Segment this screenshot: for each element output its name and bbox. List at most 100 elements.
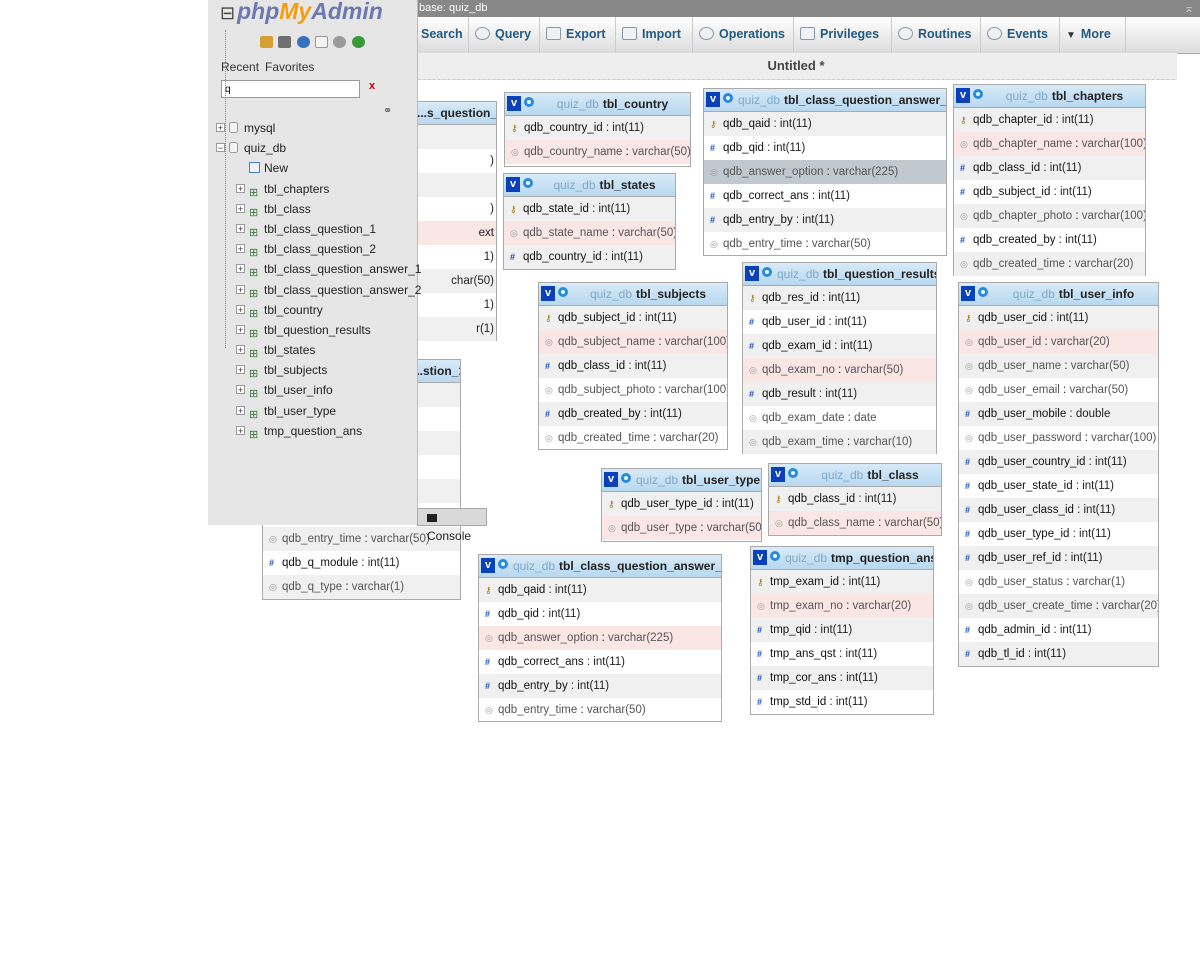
tree-table-item[interactable]: + ⊞ tbl_class_question_2 [214, 239, 417, 259]
toggle-columns-icon[interactable]: v [506, 177, 520, 192]
table-header[interactable]: v quiz_db tmp_question_ans [751, 547, 933, 570]
gear-icon[interactable] [723, 93, 733, 103]
expand-icon[interactable]: + [236, 425, 245, 435]
toggle-columns-icon[interactable]: v [481, 558, 495, 573]
table-column-row[interactable]: ⚷ qdb_state_id : int(11) [504, 197, 675, 221]
table-column-row[interactable]: # qdb_created_by : int(11) [954, 228, 1145, 252]
table-column-row[interactable]: # qdb_user_country_id : int(11) [959, 450, 1158, 474]
tree-table-item[interactable]: + ⊞ tbl_subjects [214, 360, 417, 380]
table-column-row[interactable]: # qdb_qid : int(11) [704, 136, 946, 160]
toggle-columns-icon[interactable]: v [541, 286, 555, 301]
table-column-row[interactable]: ⚷ qdb_chapter_id : int(11) [954, 108, 1145, 132]
table-column-row[interactable]: ◎ qdb_q_type : varchar(1) [263, 575, 460, 599]
table-column-row[interactable]: ◎ qdb_user_type : varchar(50) [602, 516, 761, 540]
tree-table-item[interactable]: + ⊞ tmp_question_ans [214, 421, 417, 441]
table-header[interactable]: v quiz_db tbl_class [769, 464, 941, 487]
collapse-nav-icon[interactable]: ⊟ [220, 3, 235, 23]
toggle-columns-icon[interactable]: v [507, 96, 521, 111]
table-column-row[interactable]: ◎ qdb_answer_option : varchar(225) [704, 160, 946, 184]
gear-icon[interactable] [770, 551, 780, 561]
table-column-row[interactable]: ◎ qdb_country_name : varchar(50) [505, 140, 690, 164]
table-column-row[interactable]: ◎ qdb_exam_date : date [743, 406, 936, 430]
expand-icon[interactable]: + [236, 183, 245, 193]
expand-icon[interactable]: + [236, 223, 245, 233]
db-icon[interactable] [278, 35, 292, 48]
table-column-row[interactable]: ◎ qdb_user_name : varchar(50) [959, 354, 1158, 378]
table-column-row[interactable]: # qdb_q_module : int(11) [263, 551, 460, 575]
gear-icon[interactable] [558, 287, 568, 297]
console-button[interactable]: Console [417, 508, 487, 543]
breadcrumb[interactable]: base: quiz_db [419, 0, 488, 17]
collapse-icon[interactable]: ⌅ [1184, 0, 1194, 17]
table-column-row[interactable]: ◎ qdb_user_create_time : varchar(20) [959, 594, 1158, 618]
table-header[interactable]: v quiz_db tbl_user_info [959, 283, 1158, 306]
table-column-row[interactable]: ◎ qdb_created_time : varchar(20) [954, 252, 1145, 276]
table-column-row[interactable]: ⚷ qdb_subject_id : int(11) [539, 306, 727, 330]
expand-icon[interactable]: + [236, 264, 245, 274]
table-header[interactable]: v quiz_db tbl_states [504, 174, 675, 197]
table-card-tbl-user-info[interactable]: v quiz_db tbl_user_info ⚷ qdb_user_cid : in… [958, 282, 1159, 667]
expand-icon[interactable]: + [236, 405, 245, 415]
tree-database-item[interactable]: − quiz_db [214, 138, 417, 158]
toggle-columns-icon[interactable]: v [753, 550, 767, 565]
table-column-row[interactable]: ◎ qdb_chapter_photo : varchar(100) [954, 204, 1145, 228]
table-column-row[interactable]: # qdb_class_id : int(11) [539, 354, 727, 378]
table-column-row[interactable]: # tmp_std_id : int(11) [751, 690, 933, 714]
table-column-row[interactable]: ⚷ qdb_country_id : int(11) [505, 116, 690, 140]
tab-routines[interactable]: Routines [892, 17, 981, 52]
table-column-row[interactable]: ◎ qdb_class_name : varchar(50) [769, 511, 941, 535]
tree-database-item[interactable]: + mysql [214, 118, 417, 138]
tab-export[interactable]: Export [540, 17, 616, 52]
gear-icon[interactable] [978, 287, 988, 297]
table-card-tbl-class-question-answer-1[interactable]: v quiz_db tbl_class_question_answer_1 ⚷ qdb… [703, 88, 947, 256]
tree-table-item[interactable]: + ⊞ tbl_states [214, 340, 417, 360]
tab-more[interactable]: ▼ More [1060, 17, 1126, 52]
table-column-row[interactable]: # qdb_user_mobile : double [959, 402, 1158, 426]
table-column-row[interactable]: # qdb_created_by : int(11) [539, 402, 727, 426]
expand-icon[interactable]: + [236, 345, 245, 355]
gear-icon[interactable] [524, 97, 534, 107]
table-column-row[interactable]: # qdb_user_ref_id : int(11) [959, 546, 1158, 570]
table-column-row[interactable]: ⚷ qdb_qaid : int(11) [479, 578, 721, 602]
tree-table-item[interactable]: + ⊞ tbl_class_question_1 [214, 219, 417, 239]
table-header[interactable]: v quiz_db tbl_class_question_answer_1 [704, 89, 946, 112]
home-icon[interactable] [260, 35, 273, 48]
tree-table-item[interactable]: + ⊞ tbl_class_question_answer_1 [214, 259, 421, 279]
gear-icon[interactable] [973, 89, 983, 99]
tab-query[interactable]: Query [469, 17, 540, 52]
expand-icon[interactable]: + [236, 385, 245, 395]
table-column-row[interactable]: # qdb_user_state_id : int(11) [959, 474, 1158, 498]
table-column-row[interactable]: ◎ qdb_user_status : varchar(1) [959, 570, 1158, 594]
table-column-row[interactable]: ◎ qdb_user_email : varchar(50) [959, 378, 1158, 402]
table-column-row[interactable]: # tmp_qid : int(11) [751, 618, 933, 642]
table-column-row[interactable]: ◎ qdb_exam_no : varchar(50) [743, 358, 936, 382]
tab-operations[interactable]: Operations [693, 17, 794, 52]
expand-icon[interactable]: + [236, 244, 245, 254]
table-column-row[interactable]: # qdb_exam_id : int(11) [743, 334, 936, 358]
table-column-row[interactable]: ◎ qdb_answer_option : varchar(225) [479, 626, 721, 650]
table-column-row[interactable]: # qdb_entry_by : int(11) [479, 674, 721, 698]
phpmyadmin-logo[interactable]: ⊟phpMyAdmin [220, 0, 383, 25]
expand-icon[interactable]: + [236, 304, 245, 314]
table-header[interactable]: v quiz_db tbl_chapters [954, 85, 1145, 108]
tree-table-item[interactable]: + ⊞ tbl_chapters [214, 179, 417, 199]
tab-import[interactable]: Import [616, 17, 693, 52]
table-column-row[interactable]: # qdb_correct_ans : int(11) [704, 184, 946, 208]
table-card-tbl-user-type[interactable]: v quiz_db tbl_user_type ⚷ qdb_user_type_id … [601, 468, 762, 542]
toggle-columns-icon[interactable]: v [745, 266, 759, 281]
filter-input[interactable] [221, 80, 360, 98]
table-column-row[interactable]: # tmp_ans_qst : int(11) [751, 642, 933, 666]
table-column-row[interactable]: ⚷ qdb_class_id : int(11) [769, 487, 941, 511]
tree-table-item[interactable]: + ⊞ tbl_country [214, 300, 417, 320]
table-column-row[interactable]: ◎ qdb_user_id : varchar(20) [959, 330, 1158, 354]
collapse-icon[interactable]: − [216, 143, 225, 153]
table-header[interactable]: v quiz_db tbl_country [505, 93, 690, 116]
clear-filter-button[interactable]: x [369, 80, 375, 92]
gear-icon[interactable] [621, 473, 631, 483]
table-column-row[interactable]: # qdb_admin_id : int(11) [959, 618, 1158, 642]
table-column-row[interactable]: # qdb_qid : int(11) [479, 602, 721, 626]
table-header[interactable]: v quiz_db tbl_class_question_answer_2 [479, 555, 721, 578]
table-column-row[interactable]: ◎ qdb_entry_time : varchar(50) [479, 698, 721, 722]
tree-table-item[interactable]: + ⊞ tbl_user_info [214, 380, 417, 400]
tree-table-item[interactable]: + ⊞ tbl_question_results [214, 320, 417, 340]
